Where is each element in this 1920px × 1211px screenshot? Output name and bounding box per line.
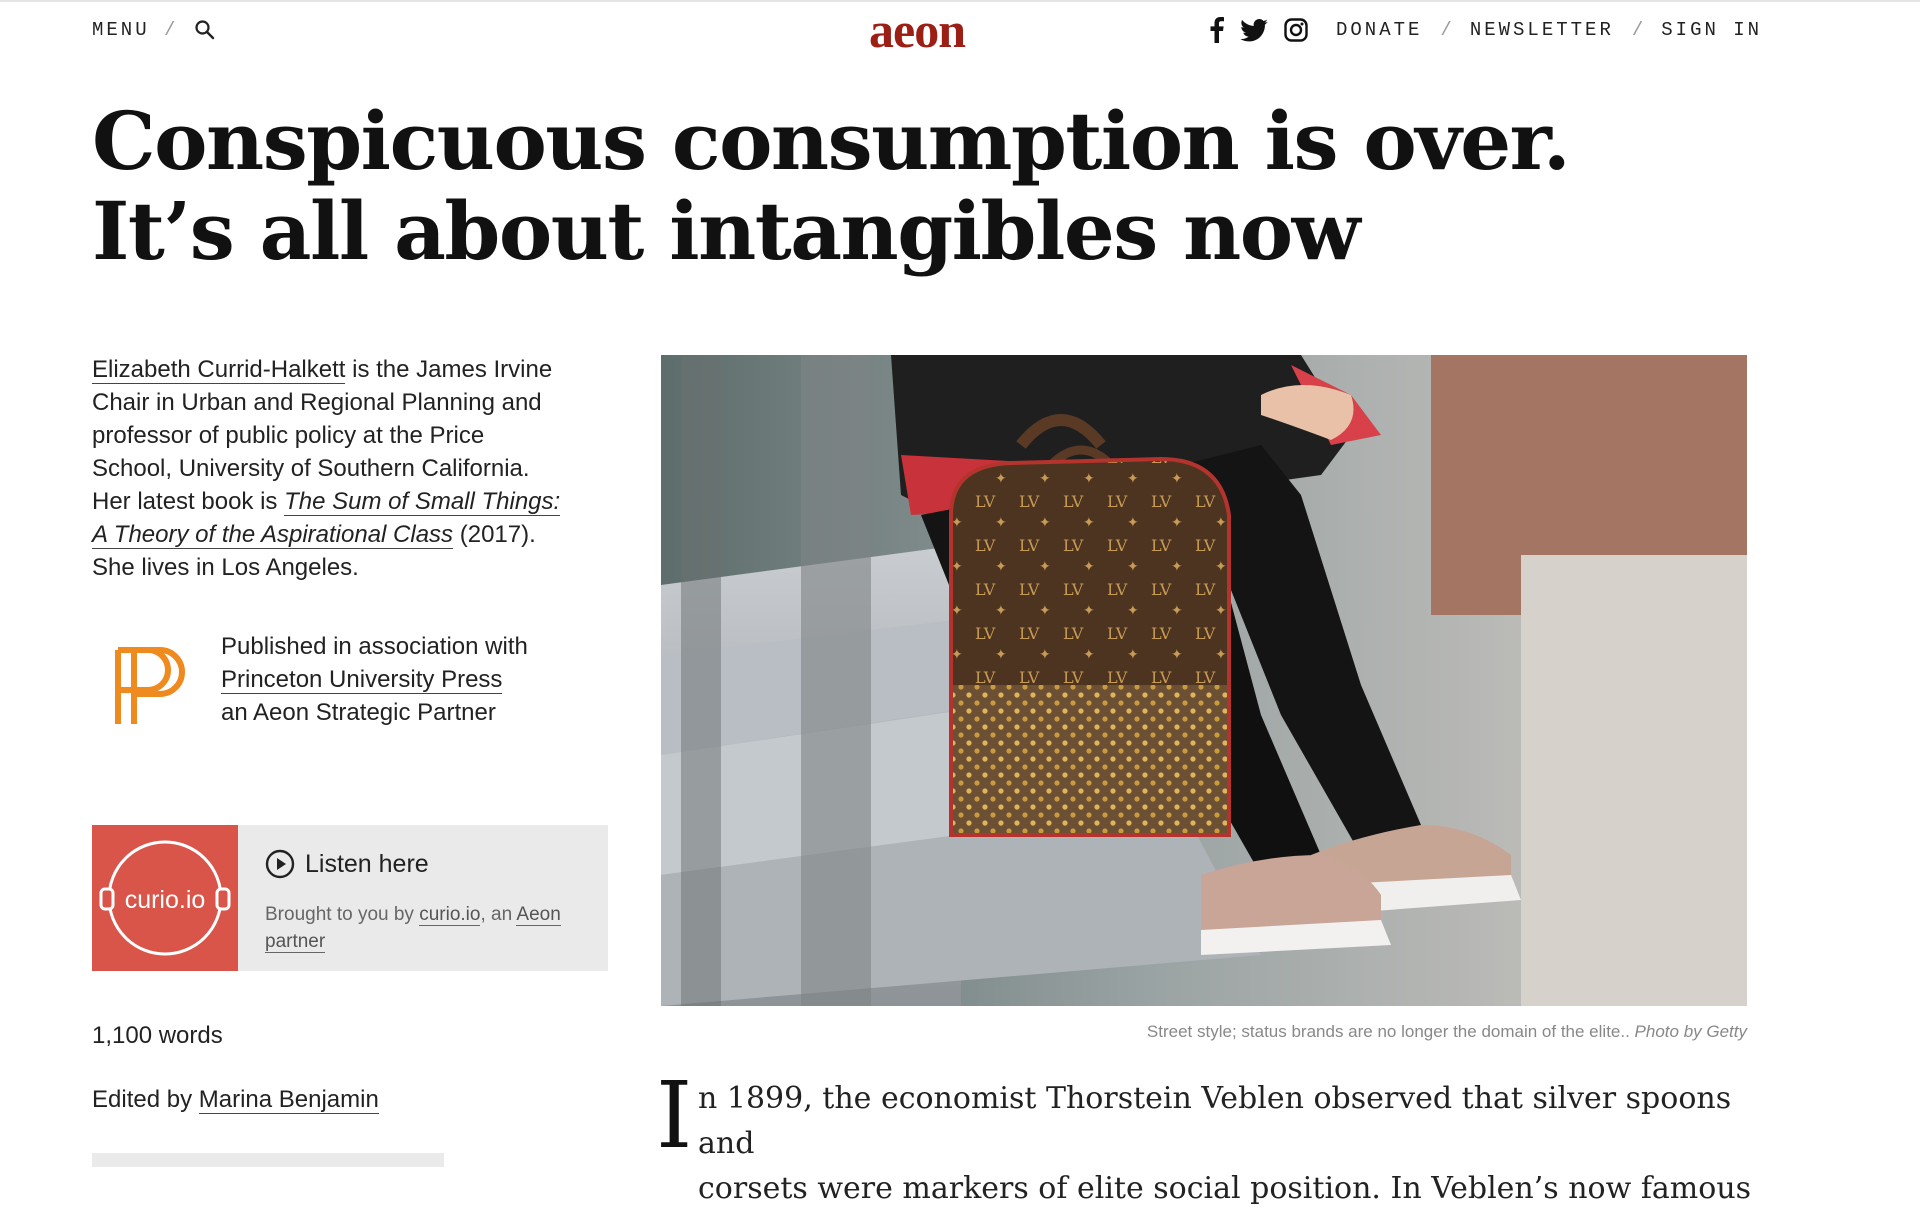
photo-credit: Photo by Getty: [1634, 1022, 1747, 1041]
nav-separator: /: [164, 19, 176, 41]
account-nav: DONATE / NEWSLETTER / SIGN IN: [1336, 19, 1762, 41]
search-icon[interactable]: [194, 19, 216, 41]
article-headline: Conspicuous consumption is over. It’s al…: [92, 96, 1592, 276]
newsletter-link[interactable]: NEWSLETTER: [1470, 19, 1614, 41]
body-line-2: corsets were markers of elite social pos…: [698, 1171, 1752, 1206]
play-icon: [265, 849, 295, 879]
facebook-icon[interactable]: [1210, 17, 1224, 43]
sign-in-link[interactable]: SIGN IN: [1661, 19, 1762, 41]
partner-text: Published in association with Princeton …: [221, 630, 528, 729]
instagram-icon[interactable]: [1284, 18, 1308, 42]
audio-credit: Brought to you by curio.io, an Aeon part…: [265, 904, 561, 953]
curio-link[interactable]: curio.io: [419, 904, 481, 926]
partner-block: Published in association with Princeton …: [92, 630, 612, 740]
listen-label: Listen here: [305, 849, 429, 878]
author-bio: Elizabeth Currid-Halkett is the James Ir…: [92, 353, 562, 584]
hero-image: LV ✦: [661, 355, 1747, 1006]
princeton-press-logo[interactable]: [112, 646, 186, 728]
editor-credit: Edited by Marina Benjamin: [92, 1086, 379, 1114]
donate-link[interactable]: DONATE: [1336, 19, 1422, 41]
headline-line-1: Conspicuous consumption is over.: [92, 94, 1571, 188]
curio-logo[interactable]: curio.io: [92, 825, 238, 971]
partner-word-link[interactable]: partner: [265, 931, 326, 953]
partner-line-3: an Aeon Strategic Partner: [221, 699, 496, 726]
article-body: n 1899, the economist Thorstein Veblen o…: [698, 1076, 1758, 1211]
body-line-1: n 1899, the economist Thorstein Veblen o…: [698, 1081, 1732, 1161]
editor-link[interactable]: Marina Benjamin: [198, 1086, 379, 1114]
aeon-link[interactable]: Aeon: [516, 904, 561, 926]
twitter-icon[interactable]: [1240, 18, 1268, 42]
word-count: 1,100 words: [92, 1022, 223, 1049]
headline-line-2: It’s all about intangibles now: [92, 184, 1361, 278]
menu-link[interactable]: MENU: [92, 19, 150, 41]
aeon-logo[interactable]: aeon: [862, 2, 972, 58]
author-link[interactable]: Elizabeth Currid-Halkett: [92, 356, 346, 384]
listen-button[interactable]: Listen here: [265, 849, 429, 879]
nav-separator: /: [1440, 19, 1452, 41]
image-caption: Street style; status brands are no longe…: [1146, 1022, 1747, 1041]
audio-player-card: curio.io Listen here Brought to you by c…: [92, 825, 608, 971]
partner-line-1: Published in association with: [221, 633, 528, 660]
partner-link[interactable]: Princeton University Press: [221, 666, 503, 694]
sidebar-next-block: [92, 1153, 444, 1167]
social-links: [1210, 16, 1308, 44]
nav-separator: /: [1631, 19, 1644, 41]
drop-cap: I: [656, 1062, 693, 1169]
curio-logo-text: curio.io: [125, 886, 206, 914]
site-header: MENU / aeon DONATE / NEWSLETTER / SIGN I…: [0, 0, 1920, 64]
